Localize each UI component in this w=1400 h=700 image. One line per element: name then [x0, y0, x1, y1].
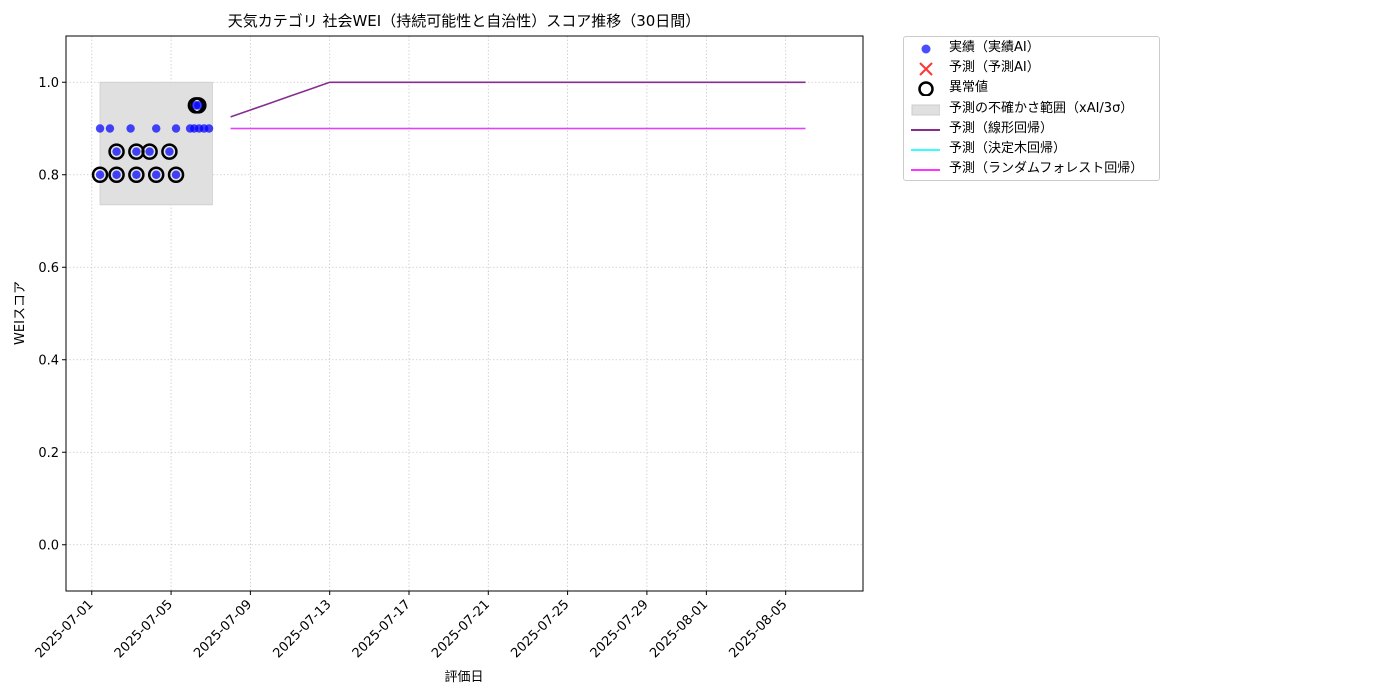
legend-item-anomaly: 異常値 [904, 78, 1159, 98]
y-tick-label: 0.6 [38, 261, 59, 276]
prediction-lines-layer [230, 81, 806, 130]
x-tick-label: 2025-08-05 [726, 597, 790, 661]
chart-svg: 天気カテゴリ 社会WEI（持続可能性と自治性）スコア推移（30日間） 0.00.… [13, 12, 864, 685]
x-axis-label: 評価日 [444, 670, 483, 685]
x-tick-label: 2025-08-01 [647, 597, 711, 661]
x-tick-label: 2025-07-01 [33, 597, 97, 661]
legend-item-linear: 予測（線形回帰） [904, 119, 1159, 139]
data-point [105, 124, 115, 133]
legend-label: 予測（線形回帰） [949, 121, 1054, 136]
x-tick-label: 2025-07-29 [588, 597, 652, 661]
chart-title: 天気カテゴリ 社会WEI（持続可能性と自治性）スコア推移（30日間） [228, 12, 701, 30]
legend: 実績（実績AI） 予測（予測AI） 異常値 予測の不確かさ範囲（xAI/3σ） … [903, 36, 1160, 181]
legend-item-uncertainty: 予測の不確かさ範囲（xAI/3σ） [904, 99, 1159, 119]
x-axis-ticks: 2025-07-01 2025-07-05 2025-07-09 2025-07-13… [33, 591, 791, 661]
legend-item-actual: 実績（実績AI） [904, 38, 1159, 58]
x-tick-label: 2025-07-21 [429, 597, 493, 661]
y-tick-label: 0.2 [38, 446, 59, 461]
legend-item-prediction-ai: 予測（予測AI） [904, 58, 1159, 78]
legend-item-decision-tree: 予測（決定木回帰） [904, 139, 1159, 159]
legend-label: 異常値 [949, 80, 989, 95]
blue-dot-icon [921, 44, 931, 54]
y-tick-label: 0.8 [38, 168, 59, 183]
magenta-line-icon [911, 169, 940, 171]
x-tick-label: 2025-07-13 [270, 597, 334, 661]
x-tick-label: 2025-07-05 [112, 597, 176, 661]
legend-label: 予測の不確かさ範囲（xAI/3σ） [949, 101, 1134, 116]
y-tick-label: 1.0 [38, 76, 59, 91]
legend-label: 実績（実績AI） [949, 40, 1040, 55]
legend-label: 予測（ランダムフォレスト回帰） [949, 161, 1144, 176]
data-point [152, 170, 161, 179]
x-tick-label: 2025-07-09 [191, 597, 255, 661]
red-x-icon [919, 62, 933, 76]
x-tick-label: 2025-07-25 [508, 597, 572, 661]
black-ring-icon [918, 81, 934, 96]
prediction-line [230, 81, 806, 118]
y-axis-ticks: 0.0 0.2 0.4 0.6 0.8 1.0 [38, 76, 66, 553]
purple-line-icon [911, 129, 940, 131]
legend-label: 予測（決定木回帰） [949, 141, 1067, 156]
data-point [126, 124, 135, 133]
gray-band-icon [911, 104, 940, 116]
data-point [145, 147, 154, 156]
data-point [171, 170, 181, 179]
data-point [132, 170, 141, 179]
data-point [171, 124, 181, 133]
legend-item-random-forest: 予測（ランダムフォレスト回帰） [904, 159, 1159, 179]
y-tick-label: 0.0 [38, 538, 59, 553]
data-point [95, 170, 105, 179]
data-point [132, 147, 141, 156]
data-point [112, 170, 121, 179]
data-point [95, 124, 105, 133]
cyan-line-icon [911, 149, 940, 151]
y-tick-label: 0.4 [38, 353, 59, 368]
data-point [112, 147, 121, 156]
data-point [165, 147, 174, 156]
data-point [152, 124, 161, 133]
legend-label: 予測（予測AI） [949, 60, 1040, 75]
data-point [204, 124, 214, 133]
x-tick-label: 2025-07-17 [350, 597, 414, 661]
data-point [194, 101, 203, 110]
y-axis-label: WEIスコア [13, 281, 28, 345]
